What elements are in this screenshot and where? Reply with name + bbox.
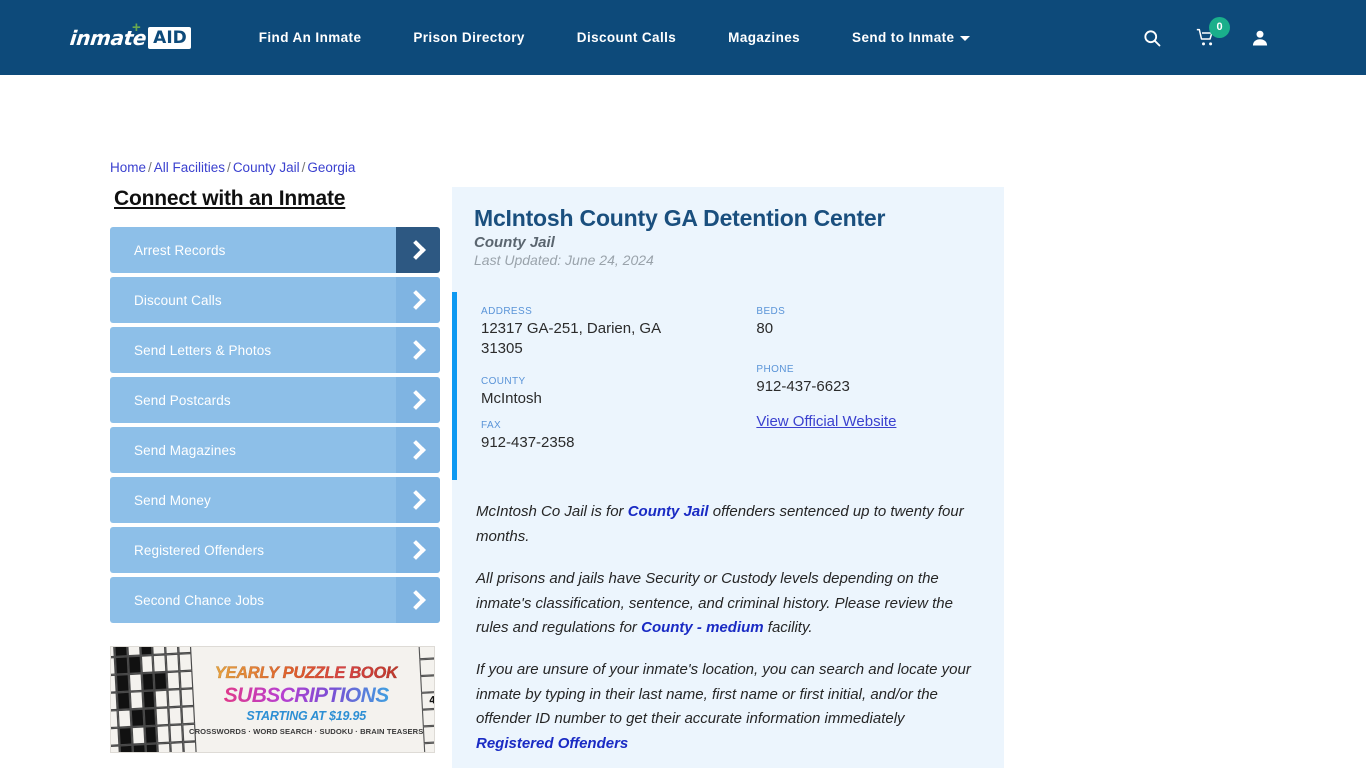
breadcrumb-item-home[interactable]: Home (110, 160, 146, 175)
sidebar-title: Connect with an Inmate (114, 187, 346, 210)
view-official-website-link[interactable]: View Official Website (756, 413, 896, 430)
beds-value: 80 (756, 320, 774, 337)
sidebar-item-label: Discount Calls (134, 292, 222, 308)
page-title: McIntosh County GA Detention Center (474, 205, 886, 231)
desc-p3-link-registered-offenders[interactable]: Registered Offenders (476, 735, 628, 752)
fax-value: 912-437-2358 (481, 434, 575, 452)
address-field: ADDRESS 12317 GA-251, Darien, GA 31305 (481, 306, 756, 359)
sidebar-item-label: Send Letters & Photos (134, 342, 272, 358)
sidebar-item-label: Second Chance Jobs (134, 592, 265, 608)
puzzle-book-ad-banner[interactable]: YEARLY PUZZLE BOOK SUBSCRIPTIONS STARTIN… (110, 646, 435, 753)
phone-label: PHONE (756, 363, 794, 375)
ad-line-4: CROSSWORDS · WORD SEARCH · SUDOKU · BRAI… (189, 726, 424, 736)
sidebar-item-label: Send Magazines (134, 442, 236, 458)
sidebar-item-label: Send Postcards (134, 392, 231, 408)
sidebar-item-send-money[interactable]: Send Money (110, 477, 440, 523)
official-website-row: View Official Website (756, 413, 1004, 431)
ad-text-block: YEARLY PUZZLE BOOK SUBSCRIPTIONS STARTIN… (187, 647, 425, 752)
fax-label: FAX (481, 420, 502, 432)
county-value: McIntosh (481, 389, 542, 407)
ad-line-3: STARTING AT $19.95 (246, 708, 366, 723)
chevron-right-icon (396, 527, 440, 573)
chevron-right-icon (396, 377, 440, 423)
facility-description: McIntosh Co Jail is for County Jail offe… (452, 500, 1004, 756)
sidebar-item-send-letters-photos[interactable]: Send Letters & Photos (110, 327, 440, 373)
nav-item-send-to-inmate[interactable]: Send to Inmate (852, 20, 971, 55)
cart-icon[interactable]: 0 (1194, 16, 1230, 50)
desc-p2-text-b: facility. (763, 618, 813, 636)
sidebar-item-send-postcards[interactable]: Send Postcards (110, 377, 440, 423)
chevron-right-icon (396, 477, 440, 523)
chevron-right-icon (396, 227, 440, 273)
sidebar-item-label: Registered Offenders (134, 542, 265, 558)
county-label: COUNTY (481, 375, 526, 387)
sidebar-item-second-chance-jobs[interactable]: Second Chance Jobs (110, 577, 440, 623)
address-label: ADDRESS (481, 306, 533, 317)
facility-info-panel: McIntosh County GA Detention Center Coun… (452, 187, 1004, 768)
cart-count-badge: 0 (1209, 16, 1230, 38)
breadcrumb-separator: / (227, 160, 231, 175)
sidebar-item-label: Arrest Records (134, 242, 226, 258)
county-field: COUNTY McIntosh (481, 376, 756, 409)
desc-p1-link-county-jail[interactable]: County Jail (628, 503, 709, 520)
nav-item-send-to-inmate-label: Send to Inmate (852, 30, 955, 45)
nav-links: Find An Inmate Prison Directory Discount… (259, 20, 971, 55)
nav-item-discount-calls[interactable]: Discount Calls (577, 20, 676, 55)
fax-field: FAX 912-437-2358 (481, 420, 756, 453)
user-icon[interactable] (1248, 26, 1272, 50)
desc-p2-link-county-medium[interactable]: County - medium (641, 619, 764, 636)
description-paragraph-2: All prisons and jails have Security or C… (476, 567, 980, 640)
address-value: 12317 GA-251, Darien, GA 31305 (481, 320, 661, 357)
phone-field: PHONE 912-437-6623 (756, 364, 1004, 397)
chevron-right-icon (396, 327, 440, 373)
crossword-grid-graphic (111, 647, 198, 752)
chevron-right-icon (396, 427, 440, 473)
top-navbar: inmate + AID Find An Inmate Prison Direc… (0, 0, 1366, 75)
nav-item-magazines[interactable]: Magazines (728, 20, 800, 55)
desc-p3-text-a: If you are unsure of your inmate's locat… (476, 661, 971, 728)
site-logo[interactable]: inmate + AID (69, 18, 191, 53)
description-paragraph-3: If you are unsure of your inmate's locat… (476, 658, 980, 756)
breadcrumb-item-county-jail[interactable]: County Jail (233, 160, 300, 175)
breadcrumb-item-all-facilities[interactable]: All Facilities (154, 160, 225, 175)
facility-details-left-column: ADDRESS 12317 GA-251, Darien, GA 31305 C… (481, 306, 756, 470)
chevron-down-icon (960, 35, 971, 41)
ad-line-2: SUBSCRIPTIONS (223, 683, 389, 707)
breadcrumb: Home / All Facilities / County Jail / Georgia (110, 160, 355, 175)
beds-field: BEDS 80 (756, 306, 1004, 339)
sidebar-item-arrest-records[interactable]: Arrest Records (110, 227, 440, 273)
ad-line-1: YEARLY PUZZLE BOOK (214, 663, 398, 682)
chevron-right-icon (396, 277, 440, 323)
sidebar-item-label: Send Money (134, 492, 211, 508)
last-updated: Last Updated: June 24, 2024 (474, 252, 654, 268)
desc-p1-text-a: McIntosh Co Jail is for (476, 503, 628, 521)
sidebar-item-registered-offenders[interactable]: Registered Offenders (110, 527, 440, 573)
breadcrumb-item-georgia[interactable]: Georgia (307, 160, 355, 175)
facility-details-right-column: BEDS 80 PHONE 912-437-6623 View Official… (756, 306, 1004, 470)
beds-label: BEDS (756, 306, 786, 317)
search-icon[interactable] (1140, 26, 1164, 50)
logo-plus-icon: + (132, 18, 141, 36)
nav-item-find-an-inmate[interactable]: Find An Inmate (259, 20, 362, 55)
sidebar-item-send-magazines[interactable]: Send Magazines (110, 427, 440, 473)
description-paragraph-1: McIntosh Co Jail is for County Jail offe… (476, 500, 980, 549)
sidebar-item-discount-calls[interactable]: Discount Calls (110, 277, 440, 323)
breadcrumb-separator: / (148, 160, 152, 175)
chevron-right-icon (396, 577, 440, 623)
sidebar: Connect with an Inmate Arrest Records Di… (110, 187, 440, 753)
phone-value: 912-437-6623 (756, 377, 850, 395)
facility-type: County Jail (474, 234, 555, 251)
facility-details-block: ADDRESS 12317 GA-251, Darien, GA 31305 C… (452, 292, 1004, 481)
logo-aid-badge: AID (148, 26, 191, 49)
nav-icon-group: 0 (1140, 16, 1342, 50)
nav-item-prison-directory[interactable]: Prison Directory (413, 20, 524, 55)
